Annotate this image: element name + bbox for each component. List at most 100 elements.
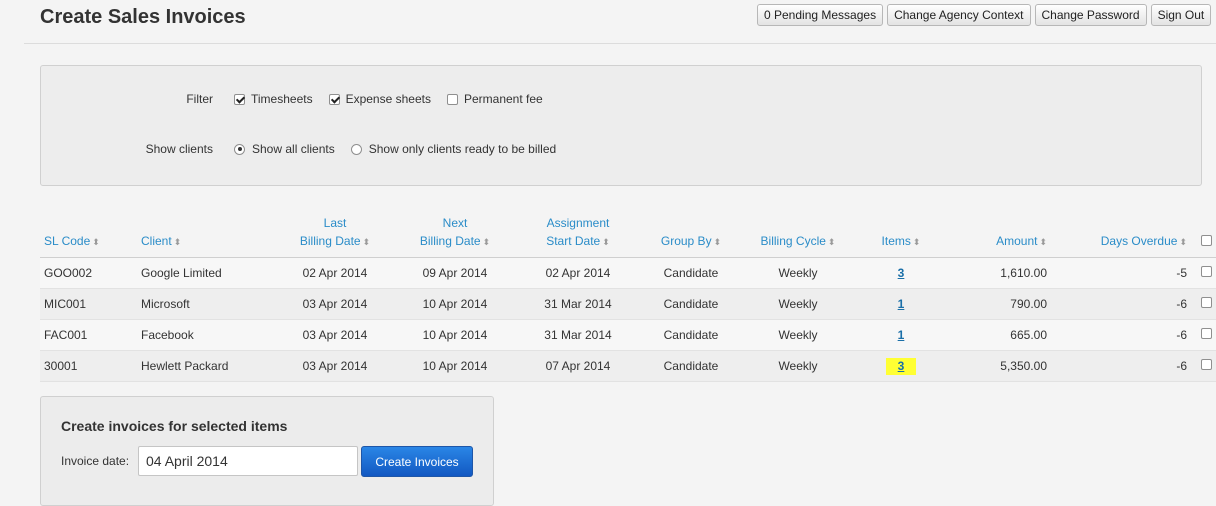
assignment-start-date-cell: 07 Apr 2014	[515, 350, 641, 382]
group-by-cell: Candidate	[641, 257, 741, 289]
expense-sheets-option[interactable]: Expense sheets	[328, 92, 431, 106]
row-select-checkbox[interactable]	[1200, 266, 1212, 277]
days-overdue-cell: -5	[1051, 257, 1191, 289]
assignment-start-date-cell: 31 Mar 2014	[515, 319, 641, 351]
col-days-overdue[interactable]: Days Overdue ⬍	[1051, 205, 1191, 258]
last-billing-date-cell: 03 Apr 2014	[275, 350, 395, 382]
create-invoices-panel: Create invoices for selected items Invoi…	[40, 396, 494, 506]
items-link[interactable]: 1	[898, 328, 905, 342]
page-title: Create Sales Invoices	[40, 6, 246, 28]
client-cell: Google Limited	[137, 257, 275, 289]
select-all-checkbox[interactable]	[1200, 235, 1212, 246]
header-divider	[24, 43, 1216, 44]
permanent-fee-option[interactable]: Permanent fee	[446, 92, 543, 106]
show-clients-label: Show clients	[145, 142, 213, 156]
col-group-by[interactable]: Group By ⬍	[641, 205, 741, 258]
expense-sheets-label: Expense sheets	[345, 92, 431, 106]
items-cell: 1	[855, 319, 947, 351]
select-cell	[1191, 288, 1216, 320]
filter-label: Filter	[186, 92, 213, 106]
create-invoices-title: Create invoices for selected items	[61, 418, 288, 434]
client-cell: Hewlett Packard	[137, 350, 275, 382]
items-cell: 1	[855, 288, 947, 320]
days-overdue-cell: -6	[1051, 319, 1191, 351]
days-overdue-cell: -6	[1051, 288, 1191, 320]
billing-cycle-cell: Weekly	[741, 257, 855, 289]
expense-sheets-checkbox[interactable]	[328, 93, 340, 105]
change-agency-context-button[interactable]: Change Agency Context	[887, 4, 1031, 26]
select-cell	[1191, 350, 1216, 382]
amount-cell: 665.00	[947, 319, 1051, 351]
items-cell: 3	[855, 257, 947, 289]
table-row: MIC001 Microsoft 03 Apr 2014 10 Apr 2014…	[40, 288, 1216, 320]
col-next-billing-date[interactable]: Next Billing Date ⬍	[395, 205, 515, 258]
row-select-checkbox[interactable]	[1200, 328, 1212, 339]
billing-cycle-cell: Weekly	[741, 288, 855, 320]
invoices-table: SL Code ⬍ Client ⬍ Last Billing Date ⬍ Next B…	[40, 205, 1216, 382]
next-billing-date-cell: 10 Apr 2014	[395, 319, 515, 351]
show-all-clients-option[interactable]: Show all clients	[234, 142, 335, 156]
filter-panel: Filter Timesheets Expense sheets Permane…	[40, 65, 1202, 186]
show-ready-clients-option[interactable]: Show only clients ready to be billed	[350, 142, 557, 156]
sort-icon: ⬍	[92, 237, 100, 247]
sort-icon: ⬍	[602, 237, 610, 247]
days-overdue-cell: -6	[1051, 350, 1191, 382]
last-billing-date-cell: 02 Apr 2014	[275, 257, 395, 289]
create-invoices-button[interactable]: Create Invoices	[361, 446, 473, 477]
sort-icon: ⬍	[482, 237, 491, 247]
highlight-marker: 3	[885, 358, 917, 375]
sort-icon: ⬍	[912, 237, 921, 247]
billing-cycle-cell: Weekly	[741, 319, 855, 351]
timesheets-option[interactable]: Timesheets	[234, 92, 313, 106]
client-cell: Facebook	[137, 319, 275, 351]
col-sl-code[interactable]: SL Code ⬍	[40, 205, 137, 258]
sl-code-cell: FAC001	[40, 319, 137, 351]
sl-code-cell: 30001	[40, 350, 137, 382]
row-select-checkbox[interactable]	[1200, 297, 1212, 308]
table-header-row: SL Code ⬍ Client ⬍ Last Billing Date ⬍ Next B…	[40, 205, 1216, 258]
col-assignment-start-date[interactable]: Assignment Start Date ⬍	[515, 205, 641, 258]
amount-cell: 5,350.00	[947, 350, 1051, 382]
col-amount[interactable]: Amount ⬍	[947, 205, 1051, 258]
next-billing-date-cell: 10 Apr 2014	[395, 288, 515, 320]
change-password-button[interactable]: Change Password	[1034, 4, 1147, 26]
sign-out-button[interactable]: Sign Out	[1150, 4, 1212, 26]
sort-icon: ⬍	[713, 237, 722, 247]
timesheets-checkbox[interactable]	[234, 93, 245, 105]
timesheets-label: Timesheets	[251, 92, 313, 106]
invoice-date-label: Invoice date:	[61, 454, 130, 468]
next-billing-date-cell: 09 Apr 2014	[395, 257, 515, 289]
pending-messages-button[interactable]: 0 Pending Messages	[757, 4, 884, 26]
show-ready-clients-radio[interactable]	[350, 143, 362, 155]
assignment-start-date-cell: 02 Apr 2014	[515, 257, 641, 289]
group-by-cell: Candidate	[641, 288, 741, 320]
show-ready-clients-label: Show only clients ready to be billed	[368, 142, 557, 156]
last-billing-date-cell: 03 Apr 2014	[275, 288, 395, 320]
invoice-date-input[interactable]	[138, 446, 358, 476]
sl-code-cell: GOO002	[40, 257, 137, 289]
select-all-cell	[1191, 205, 1216, 258]
select-cell	[1191, 257, 1216, 289]
sort-icon: ⬍	[1039, 237, 1047, 247]
sort-icon: ⬍	[1179, 237, 1187, 247]
permanent-fee-label: Permanent fee	[463, 92, 543, 106]
sort-icon: ⬍	[362, 237, 371, 247]
sort-icon: ⬍	[827, 237, 836, 247]
items-link[interactable]: 3	[898, 359, 905, 373]
billing-cycle-cell: Weekly	[741, 350, 855, 382]
col-items[interactable]: Items ⬍	[855, 205, 947, 258]
col-client[interactable]: Client ⬍	[137, 205, 275, 258]
col-last-billing-date[interactable]: Last Billing Date ⬍	[275, 205, 395, 258]
show-all-clients-radio[interactable]	[234, 143, 245, 155]
permanent-fee-checkbox[interactable]	[446, 93, 458, 105]
row-select-checkbox[interactable]	[1200, 359, 1212, 370]
items-link[interactable]: 3	[898, 266, 905, 280]
sl-code-cell: MIC001	[40, 288, 137, 320]
items-link[interactable]: 1	[898, 297, 905, 311]
col-billing-cycle[interactable]: Billing Cycle ⬍	[741, 205, 855, 258]
select-cell	[1191, 319, 1216, 351]
assignment-start-date-cell: 31 Mar 2014	[515, 288, 641, 320]
group-by-cell: Candidate	[641, 350, 741, 382]
top-toolbar: 0 Pending Messages Change Agency Context…	[757, 4, 1212, 26]
next-billing-date-cell: 10 Apr 2014	[395, 350, 515, 382]
